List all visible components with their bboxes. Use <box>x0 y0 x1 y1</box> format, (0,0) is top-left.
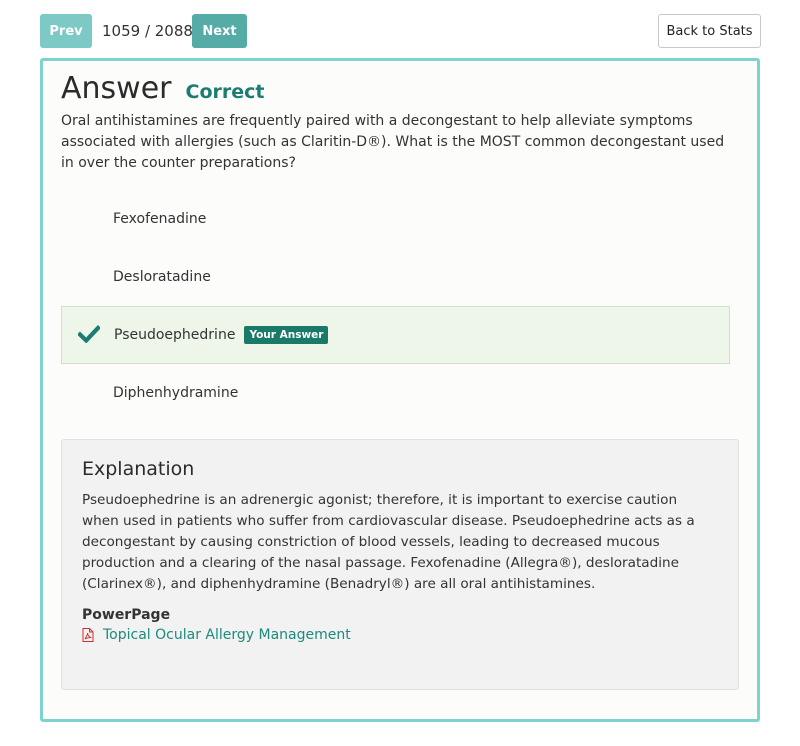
question-counter: 1059 / 2088 <box>102 22 193 40</box>
question-text: Oral antihistamines are frequently paire… <box>61 113 725 171</box>
prev-button[interactable]: Prev <box>40 14 92 48</box>
option-label: Pseudoephedrine <box>114 327 236 343</box>
option-diphenhydramine[interactable]: Diphenhydramine <box>61 364 730 422</box>
correct-status: Correct <box>185 81 265 103</box>
option-fexofenadine[interactable]: Fexofenadine <box>61 190 730 248</box>
answer-header: Answer Correct <box>61 71 264 106</box>
powerpage-link[interactable]: Topical Ocular Allergy Management <box>82 627 718 643</box>
explanation-text: Pseudoephedrine is an adrenergic agonist… <box>82 492 695 592</box>
option-label: Fexofenadine <box>113 211 207 227</box>
your-answer-badge: Your Answer <box>244 326 329 344</box>
explanation-box: Explanation Pseudoephedrine is an adrene… <box>61 439 739 690</box>
next-button[interactable]: Next <box>192 14 247 48</box>
answer-options: Fexofenadine Desloratadine Pseudoephedri… <box>61 190 730 422</box>
top-navigation: Prev 1059 / 2088 Next Back to Stats <box>40 14 761 48</box>
back-to-stats-button[interactable]: Back to Stats <box>658 14 761 48</box>
option-pseudoephedrine[interactable]: Pseudoephedrine Your Answer <box>61 306 730 364</box>
option-label: Desloratadine <box>113 269 211 285</box>
option-label: Diphenhydramine <box>113 385 239 401</box>
answer-panel: Answer Correct Oral antihistamines are f… <box>40 58 760 722</box>
answer-title: Answer <box>61 71 172 106</box>
explanation-title: Explanation <box>82 458 195 480</box>
powerpage-link-label: Topical Ocular Allergy Management <box>103 627 351 643</box>
option-desloratadine[interactable]: Desloratadine <box>61 248 730 306</box>
powerpage-label: PowerPage <box>82 607 171 623</box>
checkmark-icon <box>78 325 100 343</box>
pdf-file-icon <box>82 628 94 642</box>
